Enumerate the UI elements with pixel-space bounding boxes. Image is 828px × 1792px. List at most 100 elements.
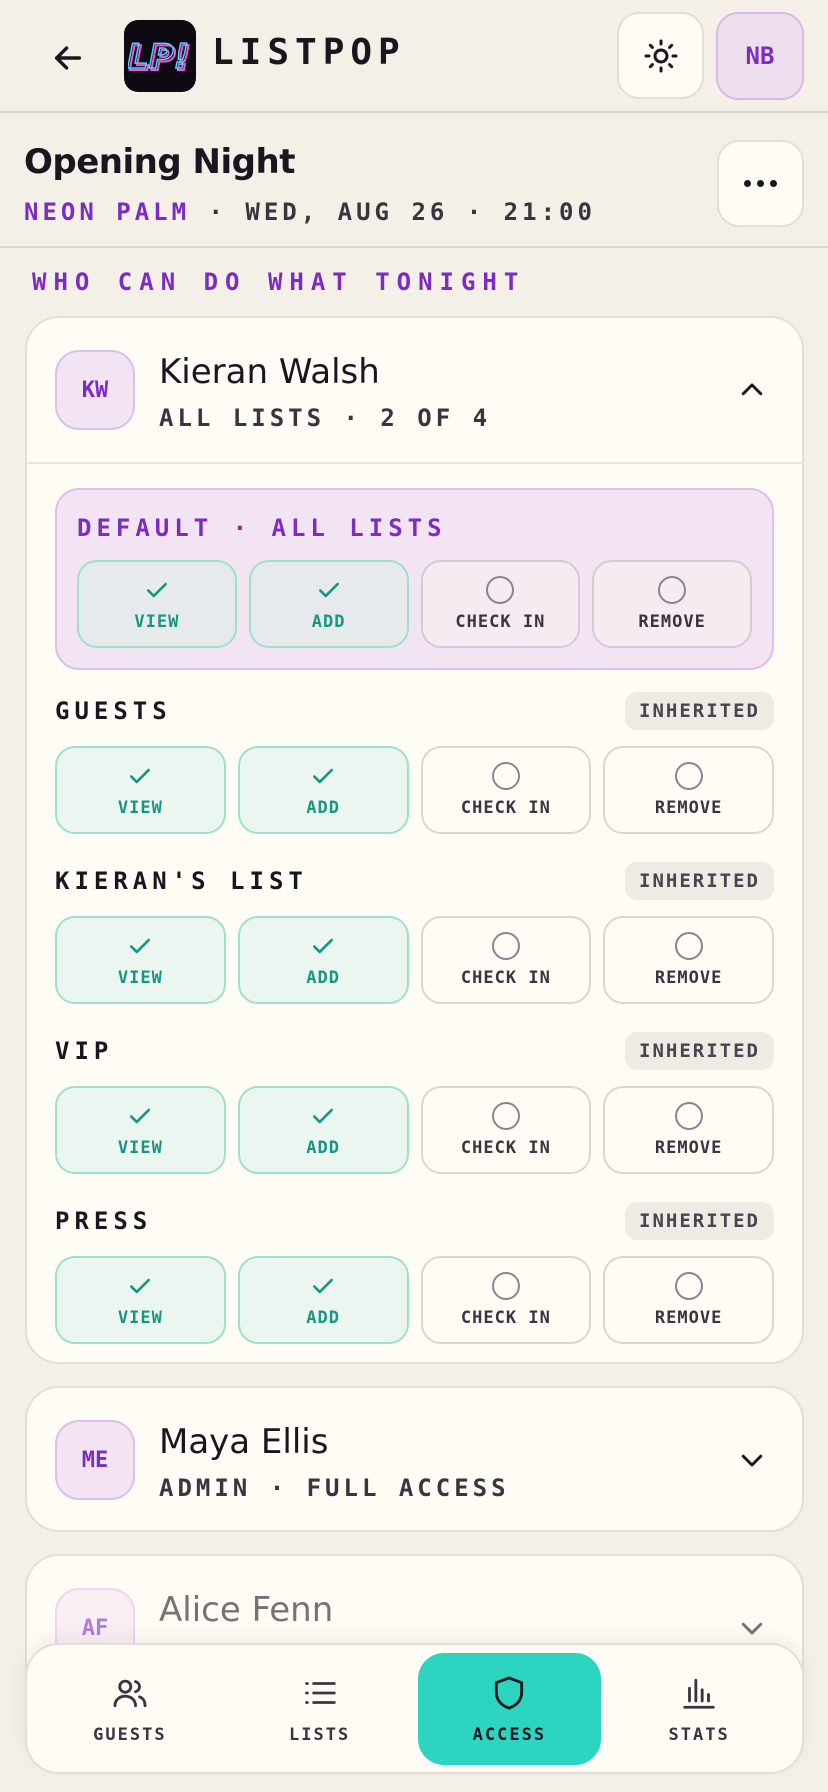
circle-icon <box>674 932 703 960</box>
circle-icon <box>486 576 515 604</box>
check-icon <box>309 1272 337 1300</box>
circle-icon <box>674 1272 703 1300</box>
permission-label: CHECK IN <box>460 968 551 988</box>
permission-label: REMOVE <box>654 968 723 988</box>
section-label: WHO CAN DO WHAT TONIGHT <box>32 268 526 296</box>
permission-label: ADD <box>306 798 340 818</box>
check-icon <box>126 1272 154 1300</box>
remove-toggle[interactable]: REMOVE <box>603 916 774 1004</box>
nav-lists[interactable]: LISTS <box>228 1653 412 1765</box>
theme-toggle-button[interactable] <box>617 12 704 99</box>
default-add-toggle[interactable]: ADD <box>248 560 409 648</box>
nav-stats[interactable]: STATS <box>607 1653 791 1765</box>
list-permissions-press: PRESS INHERITED VIEW ADD CHECK IN REMOVE <box>55 1200 774 1344</box>
member-name: Maya Ellis <box>159 1422 329 1462</box>
inherited-badge: INHERITED <box>625 1202 774 1240</box>
logo-text-glow: LP! <box>128 37 189 77</box>
check-icon <box>143 576 171 604</box>
list-name: GUESTS <box>55 697 172 725</box>
permission-row: VIEW ADD CHECK IN REMOVE <box>77 560 752 648</box>
check-icon <box>315 576 343 604</box>
member-card-header[interactable]: ME Maya Ellis ADMIN · FULL ACCESS <box>27 1388 802 1530</box>
check-icon <box>309 762 337 790</box>
permission-label: VIEW <box>134 612 180 632</box>
add-toggle[interactable]: ADD <box>237 1086 409 1174</box>
view-toggle[interactable]: VIEW <box>55 1256 226 1344</box>
app-title: LISTPOP <box>212 32 406 73</box>
view-toggle[interactable]: VIEW <box>55 1086 226 1174</box>
nav-access[interactable]: ACCESS <box>417 1652 602 1765</box>
member-name: Alice Fenn <box>159 1590 334 1630</box>
nav-label: STATS <box>668 1724 730 1745</box>
check-icon <box>309 932 337 960</box>
avatar: KW <box>55 350 135 430</box>
checkin-toggle[interactable]: CHECK IN <box>420 916 592 1004</box>
check-icon <box>309 1102 337 1130</box>
list-permissions-vip: VIP INHERITED VIEW ADD CHECK IN REMOVE <box>55 1030 774 1174</box>
view-toggle[interactable]: VIEW <box>55 746 226 834</box>
permission-label: REMOVE <box>638 612 706 632</box>
collapse-toggle[interactable] <box>732 370 772 410</box>
user-avatar[interactable]: NB <box>716 12 804 100</box>
permission-row: VIEW ADD CHECK IN REMOVE <box>55 1256 774 1344</box>
permission-label: ADD <box>306 1138 340 1158</box>
permission-label: ADD <box>306 968 340 988</box>
event-venue: NEON PALM <box>24 198 191 226</box>
permission-label: ADD <box>311 612 346 632</box>
default-checkin-toggle[interactable]: CHECK IN <box>420 560 581 648</box>
remove-toggle[interactable]: REMOVE <box>603 1256 774 1344</box>
nav-label: ACCESS <box>472 1724 547 1745</box>
event-meta: NEON PALM · WED, AUG 26 · 21:00 <box>24 198 596 226</box>
view-toggle[interactable]: VIEW <box>55 916 226 1004</box>
circle-icon <box>674 762 703 790</box>
inherited-badge: INHERITED <box>625 862 774 900</box>
member-card-header[interactable]: KW Kieran Walsh ALL LISTS · 2 OF 4 <box>27 318 802 462</box>
check-icon <box>126 762 154 790</box>
dot-icon <box>757 180 764 187</box>
back-button[interactable] <box>40 30 96 86</box>
inherited-badge: INHERITED <box>625 1032 774 1070</box>
add-toggle[interactable]: ADD <box>237 1256 409 1344</box>
member-summary: ALL LISTS · 2 OF 4 <box>159 404 492 432</box>
permission-label: VIEW <box>117 798 163 818</box>
add-toggle[interactable]: ADD <box>237 916 409 1004</box>
permission-row: VIEW ADD CHECK IN REMOVE <box>55 916 774 1004</box>
member-name: Kieran Walsh <box>159 352 380 392</box>
member-permissions: DEFAULT · ALL LISTS VIEW ADD CHECK IN RE… <box>27 462 802 1362</box>
default-view-toggle[interactable]: VIEW <box>77 560 237 648</box>
default-remove-toggle[interactable]: REMOVE <box>592 560 752 648</box>
avatar: ME <box>55 1420 135 1500</box>
arrow-left-icon <box>54 46 82 70</box>
expand-toggle[interactable] <box>732 1608 772 1648</box>
expand-toggle[interactable] <box>732 1440 772 1480</box>
permission-label: REMOVE <box>654 1138 723 1158</box>
users-icon <box>110 1673 150 1713</box>
top-bar: LP! LP! LISTPOP NB <box>0 0 828 113</box>
permission-label: VIEW <box>117 1308 163 1328</box>
member-card-maya-ellis[interactable]: ME Maya Ellis ADMIN · FULL ACCESS <box>25 1386 804 1532</box>
default-permissions: DEFAULT · ALL LISTS VIEW ADD CHECK IN RE… <box>55 488 774 670</box>
chevron-down-icon <box>741 1622 763 1635</box>
dot-icon <box>744 180 751 187</box>
add-toggle[interactable]: ADD <box>237 746 409 834</box>
more-options-button[interactable] <box>717 140 804 227</box>
bottom-nav: GUESTS LISTS ACCESS STATS <box>25 1643 804 1774</box>
list-name: VIP <box>55 1037 114 1065</box>
list-name: PRESS <box>55 1207 153 1235</box>
permission-label: REMOVE <box>654 1308 723 1328</box>
event-title: Opening Night <box>24 142 295 182</box>
list-permissions-kierans-list: KIERAN'S LIST INHERITED VIEW ADD CHECK IN… <box>55 860 774 1004</box>
sun-icon <box>644 39 677 72</box>
permission-label: REMOVE <box>654 798 723 818</box>
circle-icon <box>658 576 687 604</box>
remove-toggle[interactable]: REMOVE <box>603 1086 774 1174</box>
circle-icon <box>491 1102 520 1130</box>
checkin-toggle[interactable]: CHECK IN <box>420 1086 592 1174</box>
checkin-toggle[interactable]: CHECK IN <box>420 746 592 834</box>
nav-guests[interactable]: GUESTS <box>38 1653 222 1765</box>
permission-row: VIEW ADD CHECK IN REMOVE <box>55 1086 774 1174</box>
circle-icon <box>491 762 520 790</box>
checkin-toggle[interactable]: CHECK IN <box>420 1256 592 1344</box>
remove-toggle[interactable]: REMOVE <box>603 746 774 834</box>
circle-icon <box>491 932 520 960</box>
